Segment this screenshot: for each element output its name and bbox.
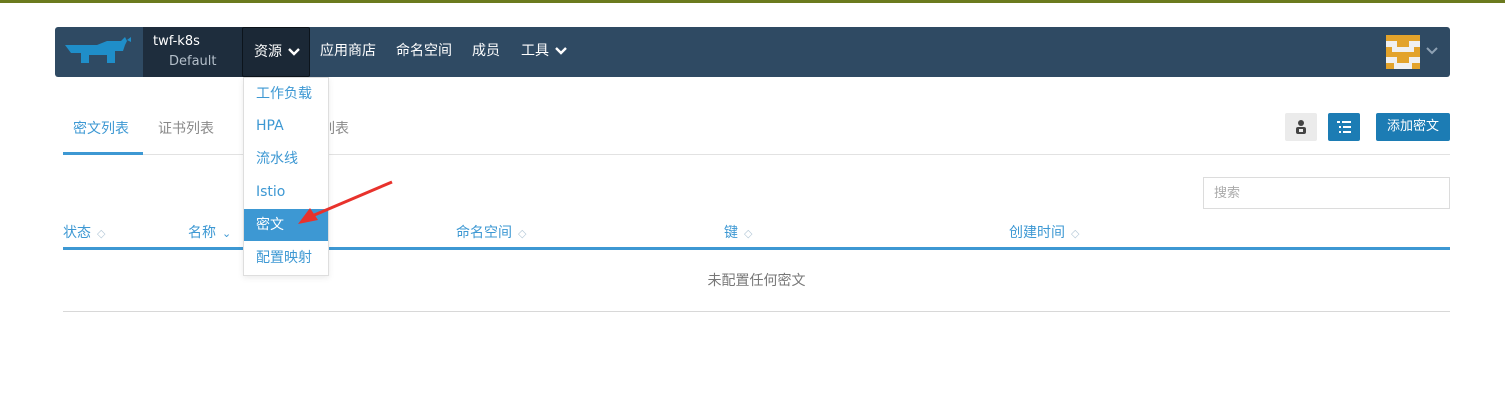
- column-label: 状态: [63, 225, 91, 241]
- sort-icon: ◇: [518, 227, 527, 240]
- nav-tools-label: 工具: [521, 43, 549, 59]
- sort-down-icon: ⌄: [222, 227, 232, 240]
- node-icon: [1296, 120, 1306, 134]
- list-view-button[interactable]: [1328, 113, 1360, 141]
- menu-item-pipelines[interactable]: 流水线: [244, 143, 328, 175]
- sort-icon: ◇: [744, 227, 753, 240]
- nav-resources[interactable]: 资源: [242, 27, 310, 77]
- nav-resources-label: 资源: [254, 44, 282, 60]
- menu-item-config-maps[interactable]: 配置映射: [244, 242, 328, 274]
- column-header-namespace[interactable]: 命名空间 ◇: [456, 222, 526, 242]
- nav-namespaces-label: 命名空间: [396, 43, 452, 59]
- nav-tools[interactable]: 工具: [521, 27, 568, 77]
- menu-item-istio[interactable]: Istio: [244, 176, 328, 208]
- add-secret-button[interactable]: 添加密文: [1376, 113, 1450, 141]
- nav-namespaces[interactable]: 命名空间: [396, 27, 452, 77]
- chevron-down-icon: [288, 48, 301, 56]
- resources-dropdown-menu: 工作负载 HPA 流水线 Istio 密文 配置映射: [243, 77, 329, 276]
- nav-app-store-label: 应用商店: [320, 43, 376, 59]
- column-label: 名称: [188, 225, 216, 241]
- group-by-node-button[interactable]: [1285, 113, 1317, 141]
- column-header-created[interactable]: 创建时间 ◇: [1009, 222, 1079, 242]
- column-label: 创建时间: [1009, 225, 1065, 241]
- rancher-logo-icon[interactable]: [63, 37, 133, 69]
- column-header-status[interactable]: 状态 ◇: [63, 222, 105, 242]
- chevron-down-icon[interactable]: [1426, 46, 1438, 56]
- window-top-strip: [0, 0, 1505, 3]
- search-input[interactable]: [1203, 177, 1450, 209]
- nav-app-store[interactable]: 应用商店: [320, 27, 376, 77]
- column-header-name[interactable]: 名称 ⌄: [188, 222, 231, 242]
- sort-icon: ◇: [97, 227, 106, 240]
- menu-item-hpa[interactable]: HPA: [244, 110, 328, 142]
- menu-item-workloads[interactable]: 工作负载: [244, 78, 328, 110]
- active-tab-indicator: [63, 152, 143, 155]
- tab-secrets[interactable]: 密文列表: [73, 118, 129, 138]
- project-name: Default: [169, 54, 217, 69]
- user-avatar[interactable]: [1386, 35, 1420, 69]
- tab-certificates[interactable]: 证书列表: [158, 118, 214, 138]
- nav-members-label: 成员: [472, 43, 500, 59]
- sort-icon: ◇: [1071, 227, 1080, 240]
- chevron-down-icon: [555, 47, 568, 55]
- top-navbar: twf-k8s Default 资源 应用商店 命名空间 成员 工具: [55, 27, 1450, 77]
- cluster-name: twf-k8s: [153, 34, 200, 49]
- column-header-keys[interactable]: 键 ◇: [724, 222, 752, 242]
- column-label: 命名空间: [456, 225, 512, 241]
- nav-members[interactable]: 成员: [472, 27, 500, 77]
- column-label: 键: [724, 225, 738, 241]
- table-bottom-border: [63, 311, 1450, 312]
- list-icon: [1337, 121, 1351, 133]
- menu-item-secrets[interactable]: 密文: [244, 209, 328, 241]
